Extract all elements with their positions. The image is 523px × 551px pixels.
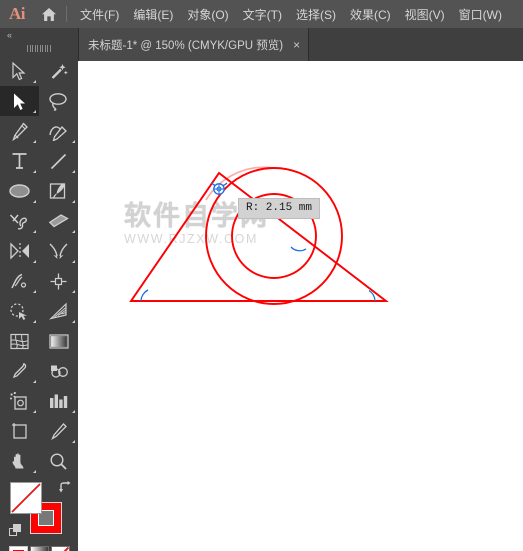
menu-item-file[interactable]: 文件(F) [73,0,126,28]
width-tool[interactable] [0,266,39,296]
illustrator-window: Ai 文件(F) 编辑(E) 对象(O) 文字(T) 选择(S) 效果(C) 视… [0,0,523,551]
tool-flyout-indicator [72,290,75,293]
reflect-tool[interactable] [0,236,39,266]
lasso-tool[interactable] [39,86,78,116]
tool-flyout-indicator [72,140,75,143]
artwork-layer [129,166,389,305]
hand-tool[interactable] [0,446,39,476]
tool-flyout-indicator [72,410,75,413]
menu-item-list: 文件(F) 编辑(E) 对象(O) 文字(T) 选择(S) 效果(C) 视图(V… [73,0,509,28]
tool-flyout-indicator [72,170,75,173]
tool-flyout-indicator [33,170,36,173]
none-slash-icon [11,483,41,513]
tool-flyout-indicator [72,440,75,443]
shaper-tool[interactable] [0,206,39,236]
tool-flyout-indicator [33,260,36,263]
triangle-path [129,171,389,302]
menu-separator [66,6,67,22]
menu-item-effect[interactable]: 效果(C) [343,0,398,28]
home-icon[interactable] [34,0,64,28]
selection-tool[interactable] [0,56,39,86]
direct-selection-tool[interactable] [0,86,39,116]
corner-arc-left [140,289,149,302]
blend-tool[interactable] [39,356,78,386]
slice-tool[interactable] [39,416,78,446]
none-mode-button[interactable] [51,546,70,551]
eyedropper-tool[interactable] [0,356,39,386]
app-logo: Ai [9,4,26,23]
type-tool[interactable] [0,146,39,176]
triangle-stroke [129,171,389,302]
artboard-tool[interactable] [0,416,39,446]
tool-flyout-indicator [33,230,36,233]
tool-flyout-indicator [33,380,36,383]
column-graph-tool[interactable] [39,386,78,416]
menu-item-type[interactable]: 文字(T) [236,0,289,28]
tool-flyout-indicator [72,200,75,203]
zoom-tool[interactable] [39,446,78,476]
tool-flyout-indicator [33,320,36,323]
eraser-tool[interactable] [39,206,78,236]
swap-fill-stroke-icon[interactable] [58,480,72,499]
outer-radius-circle [205,167,343,305]
menu-bar: Ai 文件(F) 编辑(E) 对象(O) 文字(T) 选择(S) 效果(C) 视… [0,0,523,28]
document-tab-title: 未标题-1* @ 150% (CMYK/GPU 预览) [88,39,284,52]
color-mode-button[interactable] [9,546,28,551]
fill-stroke-controls [9,481,71,542]
curvature-tool[interactable] [39,116,78,146]
document-tab-bar: 未标题-1* @ 150% (CMYK/GPU 预览) × [78,28,523,62]
menu-item-object[interactable]: 对象(O) [180,0,235,28]
pen-tool[interactable] [0,116,39,146]
line-segment-tool[interactable] [39,146,78,176]
fill-swatch[interactable] [10,482,42,514]
tool-flyout-indicator [72,260,75,263]
magic-wand-tool[interactable] [39,56,78,86]
symbol-sprayer-tool[interactable] [0,386,39,416]
mesh-tool[interactable] [0,326,39,356]
menu-item-select[interactable]: 选择(S) [289,0,343,28]
close-icon[interactable]: × [293,39,300,51]
tool-grid [0,54,78,476]
tool-flyout-indicator [33,410,36,413]
menu-item-edit[interactable]: 编辑(E) [126,0,180,28]
radius-tooltip: R: 2.15 mm [239,199,320,218]
tool-flyout-indicator [33,290,36,293]
document-tab[interactable]: 未标题-1* @ 150% (CMYK/GPU 预览) × [78,28,310,61]
paintbrush-tool[interactable] [39,176,78,206]
tool-flyout-indicator [33,110,36,113]
collapse-panel-icon[interactable]: « [0,28,78,42]
gradient-mode-button[interactable] [30,546,49,551]
tool-flyout-indicator [72,230,75,233]
panel-drag-handle[interactable] [0,42,78,54]
tool-flyout-indicator [33,470,36,473]
perspective-grid-tool[interactable] [39,296,78,326]
ellipse-tool[interactable] [0,176,39,206]
tool-flyout-indicator [33,200,36,203]
shape-builder-tool[interactable] [0,296,39,326]
default-fill-stroke-icon[interactable] [9,524,22,542]
inner-corner-arc [290,246,307,252]
tool-flyout-indicator [33,80,36,83]
tool-flyout-indicator [72,320,75,323]
menu-item-view[interactable]: 视图(V) [398,0,452,28]
scale-tool[interactable] [39,236,78,266]
artboard-canvas[interactable]: 软件自学网 WWW.RJZXW.COM R: 2.15 mm [78,61,523,551]
live-corner-widget [213,183,225,195]
tool-flyout-indicator [33,140,36,143]
paint-mode-buttons [9,546,78,551]
gradient-tool[interactable] [39,326,78,356]
tool-panel: « [0,28,79,551]
menu-item-window[interactable]: 窗口(W) [452,0,509,28]
free-transform-tool[interactable] [39,266,78,296]
